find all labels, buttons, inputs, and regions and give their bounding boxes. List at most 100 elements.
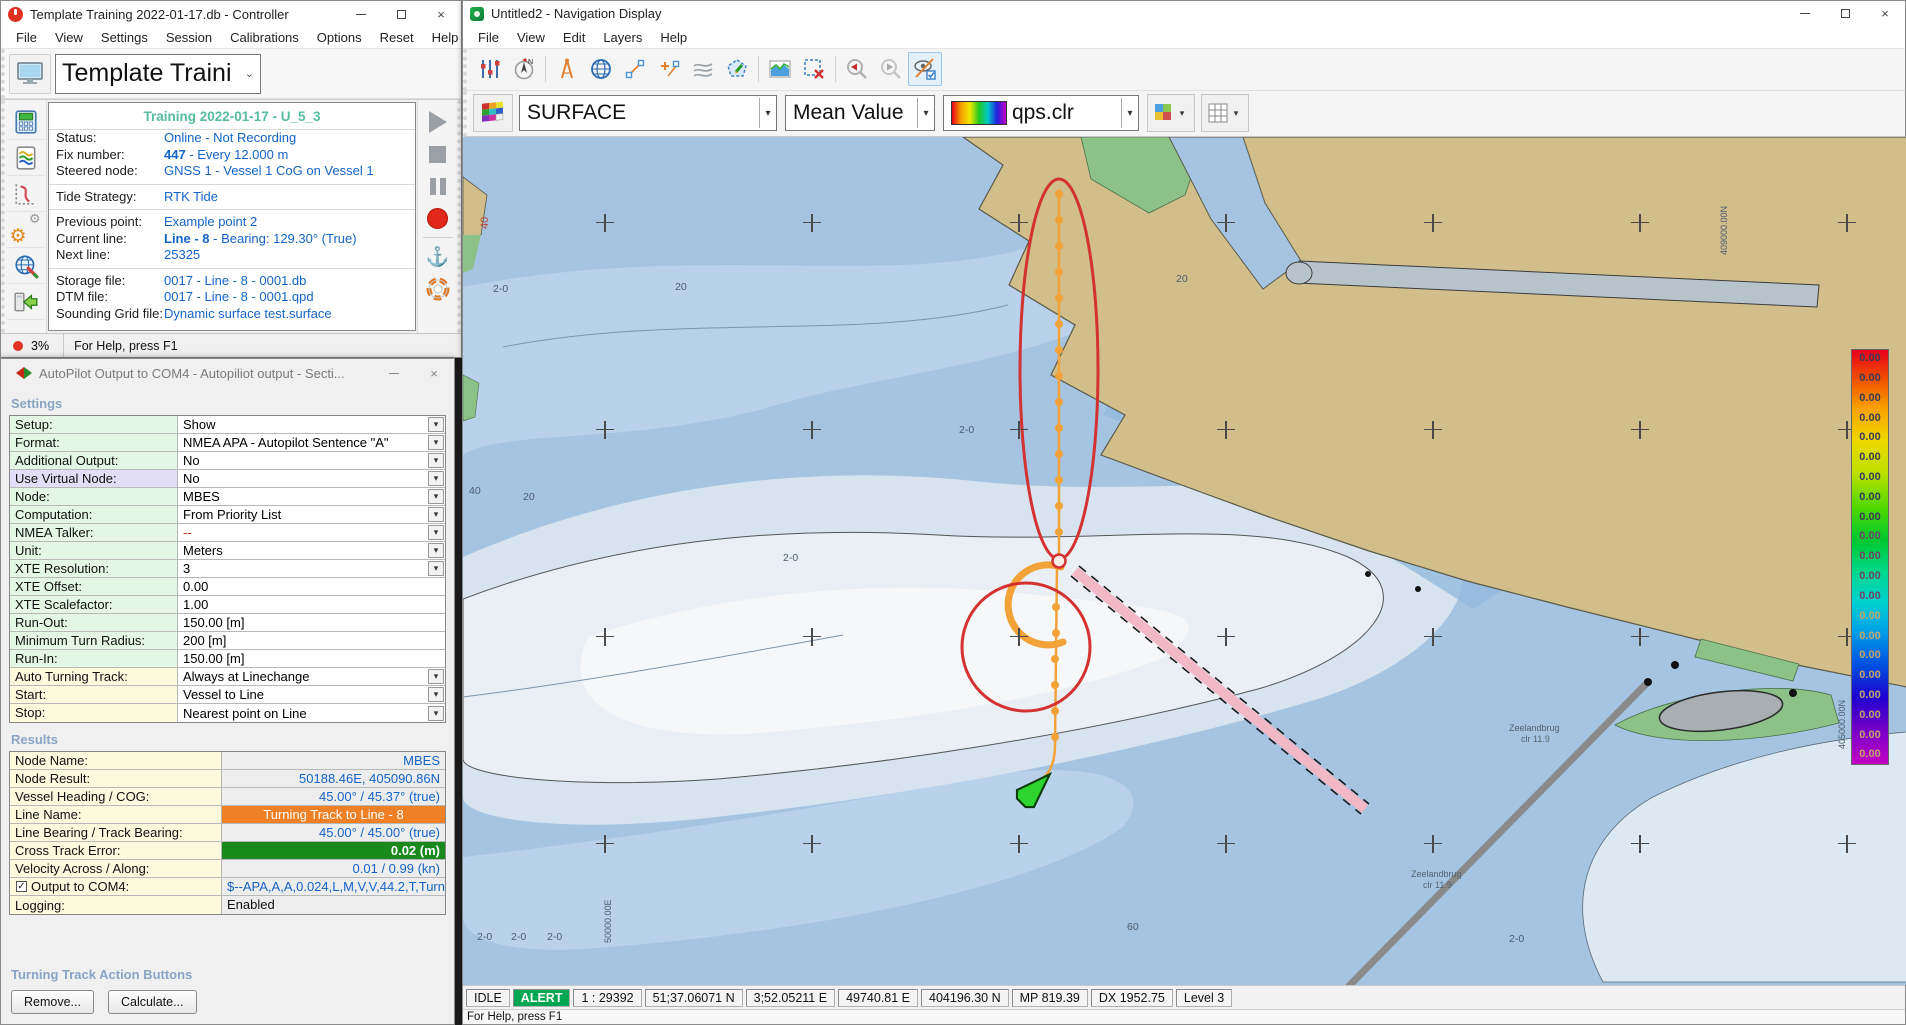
calculate-button[interactable]: Calculate... [108, 990, 197, 1014]
status-segment-alert: ALERT [513, 989, 571, 1007]
edit-polygon-icon[interactable] [720, 52, 754, 86]
sounding-grid-icon[interactable] [7, 140, 45, 176]
grid-dropdown-button[interactable]: ▾ [1201, 94, 1249, 132]
setting-value-cell[interactable]: 150.00 [m] [178, 614, 445, 631]
settings-gears-icon[interactable]: ⚙ ⚙ [7, 212, 45, 248]
dropdown-arrow-icon[interactable]: ▾ [428, 471, 444, 486]
minimize-button[interactable] [341, 1, 381, 27]
dropdown-arrow-icon[interactable]: ▾ [428, 489, 444, 504]
display-manager-button[interactable] [9, 54, 51, 94]
dropdown-arrow-icon[interactable]: ▾ [428, 525, 444, 540]
dropdown-arrow-icon[interactable]: ▾ [428, 507, 444, 522]
pause-icon[interactable] [420, 170, 456, 202]
maximize-button[interactable] [381, 1, 421, 27]
setting-value-cell[interactable]: 0.00 [178, 578, 445, 595]
play-icon[interactable] [420, 106, 456, 138]
controller-titlebar[interactable]: Template Training 2022-01-17.db - Contro… [1, 1, 461, 27]
dropdown-arrow-icon[interactable]: ▾ [428, 435, 444, 450]
setting-value-cell[interactable]: No▾ [178, 452, 445, 469]
menu-item-help[interactable]: Help [651, 30, 696, 45]
menu-item-calibrations[interactable]: Calibrations [221, 30, 308, 45]
geodetic-globe-icon[interactable] [7, 248, 45, 284]
menu-item-edit[interactable]: Edit [554, 30, 594, 45]
line-segment-icon[interactable] [618, 52, 652, 86]
colorbar-value: 0.00 [1851, 567, 1889, 587]
setting-value: 200 [m] [183, 633, 445, 648]
profile-chart-icon[interactable] [763, 52, 797, 86]
chart-map[interactable]: 2-020202-040202-0602-02-02-02-040Zeeland… [463, 137, 1906, 985]
line-planning-icon[interactable] [7, 176, 45, 212]
setting-value-cell[interactable]: Show▾ [178, 416, 445, 433]
session-export-icon[interactable] [7, 284, 45, 320]
north-compass-icon[interactable]: N [507, 52, 541, 86]
close-button[interactable]: × [1865, 1, 1905, 27]
computation-display-icon[interactable] [7, 104, 45, 140]
menu-item-file[interactable]: File [469, 30, 508, 45]
colormap-button[interactable] [473, 94, 513, 132]
close-button[interactable]: × [421, 1, 461, 27]
beacon-dot [1365, 571, 1371, 577]
dropdown-arrow-icon[interactable]: ▾ [428, 543, 444, 558]
setting-value-cell[interactable]: No▾ [178, 470, 445, 487]
setting-value-cell[interactable]: NMEA APA - Autopilot Sentence "A"▾ [178, 434, 445, 451]
anchor-icon[interactable]: ⚓ [420, 241, 456, 273]
view-settings-icon[interactable] [473, 52, 507, 86]
menu-item-file[interactable]: File [7, 30, 46, 45]
measure-compass-icon[interactable] [550, 52, 584, 86]
dropdown-arrow-icon[interactable]: ▾ [428, 706, 444, 721]
contours-icon[interactable] [686, 52, 720, 86]
setting-value-cell[interactable]: Always at Linechange▾ [178, 668, 445, 685]
setting-value-cell[interactable]: 3▾ [178, 560, 445, 577]
menu-item-view[interactable]: View [508, 30, 554, 45]
globe-icon[interactable] [584, 52, 618, 86]
color-fill-dropdown-button[interactable]: ▾ [1147, 94, 1195, 132]
display-properties-icon[interactable] [908, 52, 942, 86]
setting-value-cell[interactable]: 1.00 [178, 596, 445, 613]
setting-value-cell[interactable]: 150.00 [m] [178, 650, 445, 667]
output-checkbox[interactable]: ✓ [16, 881, 27, 892]
setting-value-cell[interactable]: Meters▾ [178, 542, 445, 559]
setting-value-cell[interactable]: --▾ [178, 524, 445, 541]
setting-label: Use Virtual Node: [10, 470, 178, 487]
zoom-next-icon[interactable] [874, 52, 908, 86]
attribute-combo[interactable]: Mean Value ▾ [785, 95, 935, 131]
remove-button[interactable]: Remove... [11, 990, 94, 1014]
menu-item-reset[interactable]: Reset [371, 30, 423, 45]
dropdown-arrow-icon[interactable]: ▾ [428, 417, 444, 432]
setting-value-cell[interactable]: Nearest point on Line▾ [178, 704, 445, 722]
minimize-button[interactable] [1785, 1, 1825, 27]
close-button[interactable]: × [414, 359, 454, 387]
dropdown-arrow-icon[interactable]: ▾ [428, 453, 444, 468]
menu-item-settings[interactable]: Settings [92, 30, 157, 45]
menu-item-session[interactable]: Session [157, 30, 221, 45]
layer-combo[interactable]: SURFACE ▾ [519, 95, 777, 131]
stop-icon[interactable] [420, 138, 456, 170]
helm-icon[interactable] [420, 273, 456, 305]
add-point-line-icon[interactable] [652, 52, 686, 86]
dropdown-arrow-icon[interactable]: ▾ [428, 669, 444, 684]
menu-item-help[interactable]: Help [423, 30, 468, 45]
clear-selection-icon[interactable] [797, 52, 831, 86]
dropdown-arrow-icon[interactable]: ▾ [428, 561, 444, 576]
menu-item-options[interactable]: Options [308, 30, 371, 45]
navigation-titlebar[interactable]: Untitled2 - Navigation Display × [463, 1, 1905, 27]
menu-item-view[interactable]: View [46, 30, 92, 45]
menu-item-layers[interactable]: Layers [594, 30, 651, 45]
session-title: Training 2022-01-17 - U_5_3 [49, 106, 415, 130]
zoom-previous-icon[interactable] [840, 52, 874, 86]
minimize-button[interactable] [374, 359, 414, 387]
result-row: Vessel Heading / COG:45.00° / 45.37° (tr… [10, 788, 445, 806]
colormap-combo[interactable]: qps.clr ▾ [943, 95, 1139, 131]
setting-value-cell[interactable]: Vessel to Line▾ [178, 686, 445, 703]
navigation-statusbar: IDLEALERT1 : 2939251;37.06071 N3;52.0521… [463, 985, 1905, 1009]
autopilot-titlebar[interactable]: AutoPilot Output to COM4 - Autopiliot ou… [1, 359, 454, 387]
setting-value-cell[interactable]: MBES▾ [178, 488, 445, 505]
template-selector[interactable]: Template Traini ⌄ [55, 54, 261, 94]
record-icon[interactable] [420, 202, 456, 234]
setting-value-cell[interactable]: 200 [m] [178, 632, 445, 649]
info-label: Current line: [56, 231, 164, 248]
setting-value-cell[interactable]: From Priority List▾ [178, 506, 445, 523]
info-row: Tide Strategy:RTK Tide [49, 189, 415, 206]
maximize-button[interactable] [1825, 1, 1865, 27]
dropdown-arrow-icon[interactable]: ▾ [428, 687, 444, 702]
